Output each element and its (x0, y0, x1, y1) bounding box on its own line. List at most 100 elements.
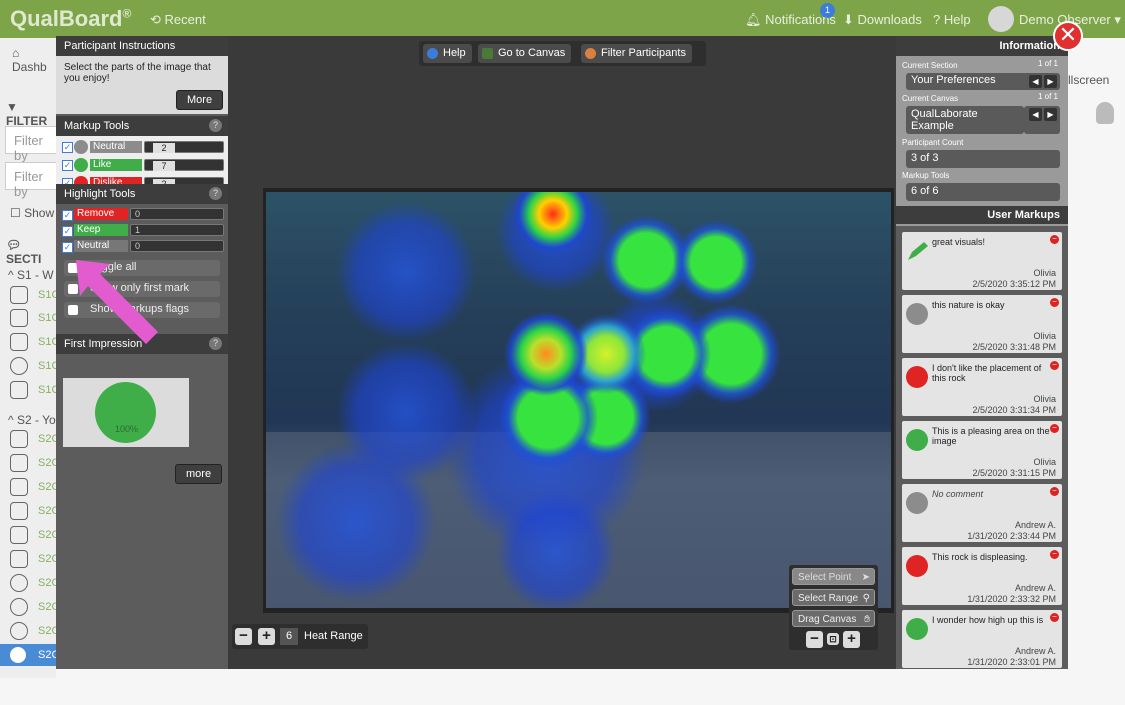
show-checkbox[interactable]: ☐ Show (10, 206, 54, 220)
fit-icon[interactable]: ⊡ (827, 633, 839, 645)
activity-icon[interactable] (10, 454, 28, 472)
markup-comment: No comment (932, 489, 984, 499)
active-activity[interactable]: S2C (0, 644, 59, 666)
like-face-icon (906, 618, 928, 640)
select-range-button[interactable]: Select Range ⚲ (792, 589, 875, 606)
filter-participants-button[interactable]: Filter Participants (581, 44, 692, 63)
help-icon[interactable]: ? (209, 187, 222, 200)
lightbulb-icon[interactable] (1096, 102, 1114, 124)
activity-icon[interactable] (10, 430, 28, 448)
markup-tool-label: Neutral (90, 141, 142, 153)
face-icon (74, 158, 88, 172)
check-icon[interactable]: ✓ (62, 160, 73, 171)
delete-icon[interactable]: − (1050, 235, 1059, 244)
help-icon[interactable]: ? (209, 337, 222, 350)
more-impression-button[interactable]: more (175, 464, 223, 484)
go-to-canvas-button[interactable]: Go to Canvas (478, 44, 572, 63)
highlight-tool-label: Neutral (74, 240, 128, 252)
canvas-image[interactable] (266, 192, 891, 608)
user-markup-item[interactable]: No comment Andrew A. 1/31/2020 2:33:44 PM − (902, 484, 1062, 542)
activity-icon[interactable] (10, 333, 28, 351)
markup-tool-count: 7 (153, 161, 175, 171)
filter-heading: ▼ FILTER (6, 100, 48, 128)
activity-icon[interactable] (10, 286, 28, 304)
highlight-tool-count: 1 (135, 225, 141, 235)
filter-input-1[interactable]: Filter by (5, 126, 60, 163)
instructions-header: Participant Instructions (56, 36, 228, 56)
user-markup-item[interactable]: I wonder how high up this is Andrew A. 1/3… (902, 610, 1062, 668)
alert-icon[interactable] (10, 357, 28, 375)
user-markup-item[interactable]: This rock is displeasing. Andrew A. 1/31/2… (902, 547, 1062, 605)
like-face-icon (906, 429, 928, 451)
user-markup-item[interactable]: This is a pleasing area on the image Oliv… (902, 421, 1062, 479)
highlight-tool-0[interactable]: ✓ Remove 0 (60, 208, 228, 222)
delete-icon[interactable]: − (1050, 550, 1059, 559)
check-icon[interactable]: ✓ (62, 210, 73, 221)
markup-tool-0[interactable]: ✓ Neutral 2 (60, 140, 228, 154)
heat-range-value: 6 (280, 628, 298, 645)
instructions-text: Select the parts of the image that you e… (64, 62, 211, 84)
user-markup-item[interactable]: this nature is okay Olivia 2/5/2020 3:31:4… (902, 295, 1062, 353)
activity-icon[interactable] (10, 550, 28, 568)
user-avatar[interactable] (988, 6, 1014, 32)
right-panel: Information Current Section 1 of 1 Your … (896, 36, 1068, 669)
app-logo[interactable]: QualBoard® (10, 6, 131, 32)
check-icon[interactable]: ✓ (62, 226, 73, 237)
delete-icon[interactable]: − (1050, 424, 1059, 433)
activity-icon[interactable] (10, 526, 28, 544)
prev-section-arrow[interactable]: ◀ (1029, 75, 1042, 88)
check-icon[interactable]: ✓ (62, 242, 73, 253)
first-impression-chart: 100% (63, 378, 189, 447)
markup-tool-count-bar: 2 (144, 141, 224, 153)
question-icon: ? (933, 12, 944, 27)
delete-icon[interactable]: − (1050, 613, 1059, 622)
filter-input-2[interactable]: Filter by (5, 162, 60, 199)
activity-icon[interactable] (10, 381, 28, 399)
dislike-face-icon (906, 555, 928, 577)
zoom-in-button[interactable]: + (843, 631, 860, 648)
increase-heat-button[interactable]: + (258, 628, 275, 645)
user-markup-item[interactable]: I don't like the placement of this rock O… (902, 358, 1062, 416)
downloads-link[interactable]: ⬇ Downloads (843, 12, 922, 28)
markup-user: Andrew A. (1014, 520, 1056, 530)
section-s2[interactable]: ^ S2 - Yo (8, 413, 56, 427)
help-link[interactable]: ? Help (933, 12, 971, 27)
help-button[interactable]: Help (423, 44, 472, 63)
recent-link[interactable]: ⟲ Recent (150, 12, 206, 28)
markup-tool-1[interactable]: ✓ Like 7 (60, 158, 228, 172)
markup-comment: This is a pleasing area on the image (932, 426, 1050, 446)
select-point-button[interactable]: Select Point ➤ (792, 568, 875, 585)
fullscreen-link[interactable]: llscreen (1068, 73, 1109, 87)
check-icon[interactable] (10, 574, 28, 592)
pencil-icon (10, 647, 26, 663)
dashboard-link[interactable]: ⌂ Dashb (12, 46, 56, 74)
delete-icon[interactable]: − (1050, 298, 1059, 307)
check-icon[interactable]: ✓ (62, 142, 73, 153)
delete-icon[interactable]: − (1050, 487, 1059, 496)
prev-canvas-arrow[interactable]: ◀ (1029, 108, 1042, 121)
highlight-tool-1[interactable]: ✓ Keep 1 (60, 224, 228, 238)
bell-icon: 🔔︎ (745, 12, 766, 27)
next-canvas-arrow[interactable]: ▶ (1044, 108, 1057, 121)
markup-tools-label: Markup Tools (902, 171, 950, 180)
markup-tools-header: Markup Tools? (56, 116, 228, 136)
close-icon[interactable]: ✕ (1053, 21, 1083, 51)
dislike-face-icon (906, 366, 928, 388)
neutral-face-icon (906, 303, 928, 325)
help-icon[interactable]: ? (209, 119, 222, 132)
zoom-out-button[interactable]: − (806, 631, 823, 648)
check-icon[interactable] (10, 598, 28, 616)
user-markup-item[interactable]: great visuals! Olivia 2/5/2020 3:35:12 PM − (902, 232, 1062, 290)
activity-icon[interactable] (10, 309, 28, 327)
highlight-tool-2[interactable]: ✓ Neutral 0 (60, 240, 228, 254)
decrease-heat-button[interactable]: − (235, 628, 252, 645)
delete-icon[interactable]: − (1050, 361, 1059, 370)
next-section-arrow[interactable]: ▶ (1044, 75, 1057, 88)
drag-canvas-button[interactable]: Drag Canvas ✋︎ (792, 610, 875, 627)
face-icon (74, 140, 88, 154)
activity-icon[interactable] (10, 502, 28, 520)
list-icon[interactable] (10, 622, 28, 640)
activity-icon[interactable] (10, 478, 28, 496)
section-s1[interactable]: ^ S1 - W (8, 268, 54, 282)
more-button[interactable]: More (176, 90, 224, 110)
